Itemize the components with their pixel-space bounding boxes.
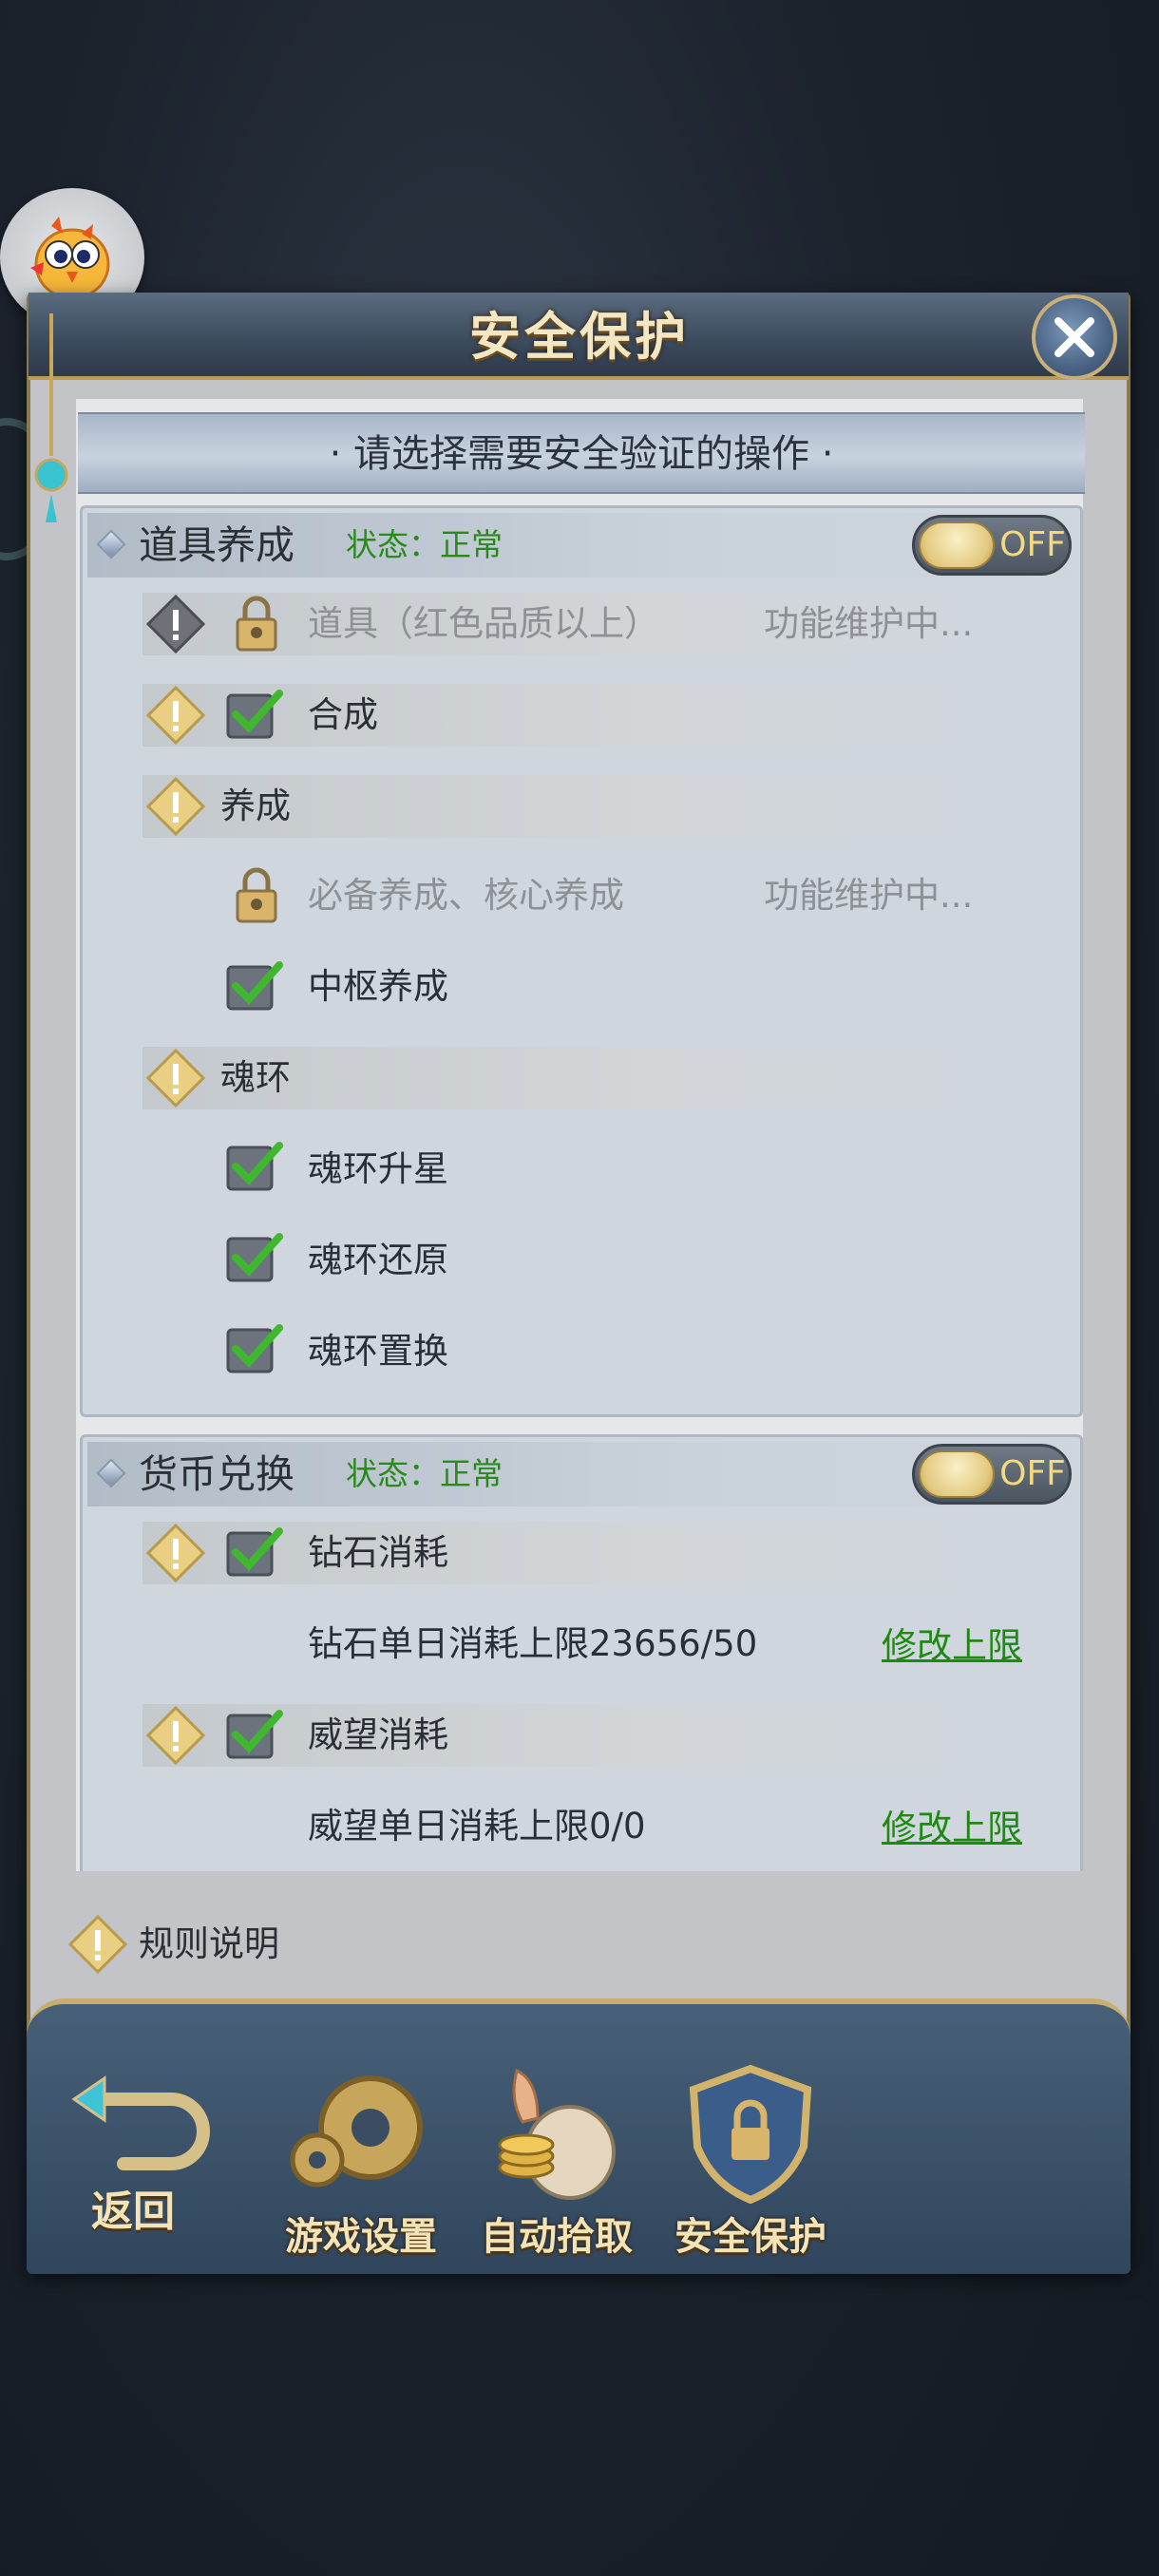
close-icon — [1054, 317, 1094, 357]
toggle-knob — [919, 521, 995, 569]
nav-label: 自动拾取 — [481, 2215, 633, 2259]
scroll-clip-edge — [76, 1871, 1083, 1913]
checkbox-checked-icon[interactable] — [226, 1525, 283, 1579]
checkbox-checked-icon[interactable] — [226, 959, 283, 1013]
warning-gold-icon — [146, 686, 205, 745]
row-label: 合成 — [308, 694, 378, 735]
section-toggle[interactable]: OFF — [912, 515, 1072, 576]
toggle-label: OFF — [999, 525, 1066, 564]
limit-text: 威望单日消耗上限0/0 — [308, 1806, 646, 1847]
section-status: 状态：正常 — [346, 526, 503, 563]
back-label: 返回 — [91, 2188, 175, 2236]
row-label: 魂环置换 — [308, 1331, 448, 1372]
row-label: 中枢养成 — [308, 966, 448, 1007]
toggle-knob — [919, 1450, 995, 1498]
back-arrow-icon — [71, 2075, 210, 2170]
close-button[interactable] — [1032, 294, 1117, 380]
row-maintenance-note: 功能维护中... — [764, 875, 974, 916]
row-maintenance-note: 功能维护中... — [764, 603, 974, 644]
row-label: 魂环还原 — [308, 1240, 448, 1280]
warning-gold-icon — [68, 1915, 127, 1974]
rules-link[interactable]: 规则说明 — [139, 1913, 279, 1976]
warning-gold-icon — [146, 1524, 205, 1582]
warning-gold-icon — [146, 1049, 205, 1108]
row-label: 必备养成、核心养成 — [308, 875, 624, 916]
section-status: 状态：正常 — [346, 1455, 503, 1492]
section-toggle[interactable]: OFF — [912, 1444, 1072, 1505]
instruction-banner: · 请选择需要安全验证的操作 · — [78, 412, 1085, 494]
checkbox-checked-icon[interactable] — [226, 1231, 283, 1284]
checkbox-checked-icon[interactable] — [226, 688, 283, 741]
nav-security-protection[interactable]: 安全保护 — [665, 2061, 836, 2261]
row-label: 道具（红色品质以上） — [308, 603, 659, 644]
gear-icon — [290, 2075, 423, 2188]
lock-icon — [236, 867, 277, 923]
section-title: 货币兑换 — [139, 1451, 294, 1497]
modify-limit-link[interactable]: 修改上限 — [882, 1615, 1022, 1677]
warning-gold-icon — [146, 1706, 205, 1765]
money-bag-icon — [498, 2068, 616, 2200]
checkbox-checked-icon[interactable] — [226, 1708, 283, 1761]
checkbox-checked-icon[interactable] — [226, 1322, 283, 1375]
nav-label: 游戏设置 — [285, 2215, 437, 2259]
checkbox-checked-icon[interactable] — [226, 1140, 283, 1193]
row-group-label: 养成 — [220, 786, 291, 826]
nav-label: 安全保护 — [674, 2215, 826, 2259]
shield-lock-icon — [689, 2064, 812, 2205]
nav-auto-pickup[interactable]: 自动拾取 — [471, 2061, 642, 2261]
row-label: 钻石消耗 — [308, 1532, 448, 1573]
hanging-charm-icon — [34, 313, 68, 522]
row-group-label: 魂环 — [220, 1057, 291, 1098]
lock-icon — [236, 596, 277, 652]
row-label: 威望消耗 — [308, 1714, 448, 1755]
warning-gray-icon — [146, 595, 205, 653]
warning-gold-icon — [146, 777, 205, 836]
modify-limit-link[interactable]: 修改上限 — [882, 1797, 1022, 1860]
toggle-label: OFF — [999, 1454, 1066, 1493]
nav-game-settings[interactable]: 游戏设置 — [276, 2061, 446, 2261]
dialog-title: 安全保护 — [469, 307, 690, 367]
limit-text: 钻石单日消耗上限23656/50 — [308, 1623, 758, 1664]
section-title: 道具养成 — [139, 522, 294, 568]
row-label: 魂环升星 — [308, 1148, 448, 1189]
